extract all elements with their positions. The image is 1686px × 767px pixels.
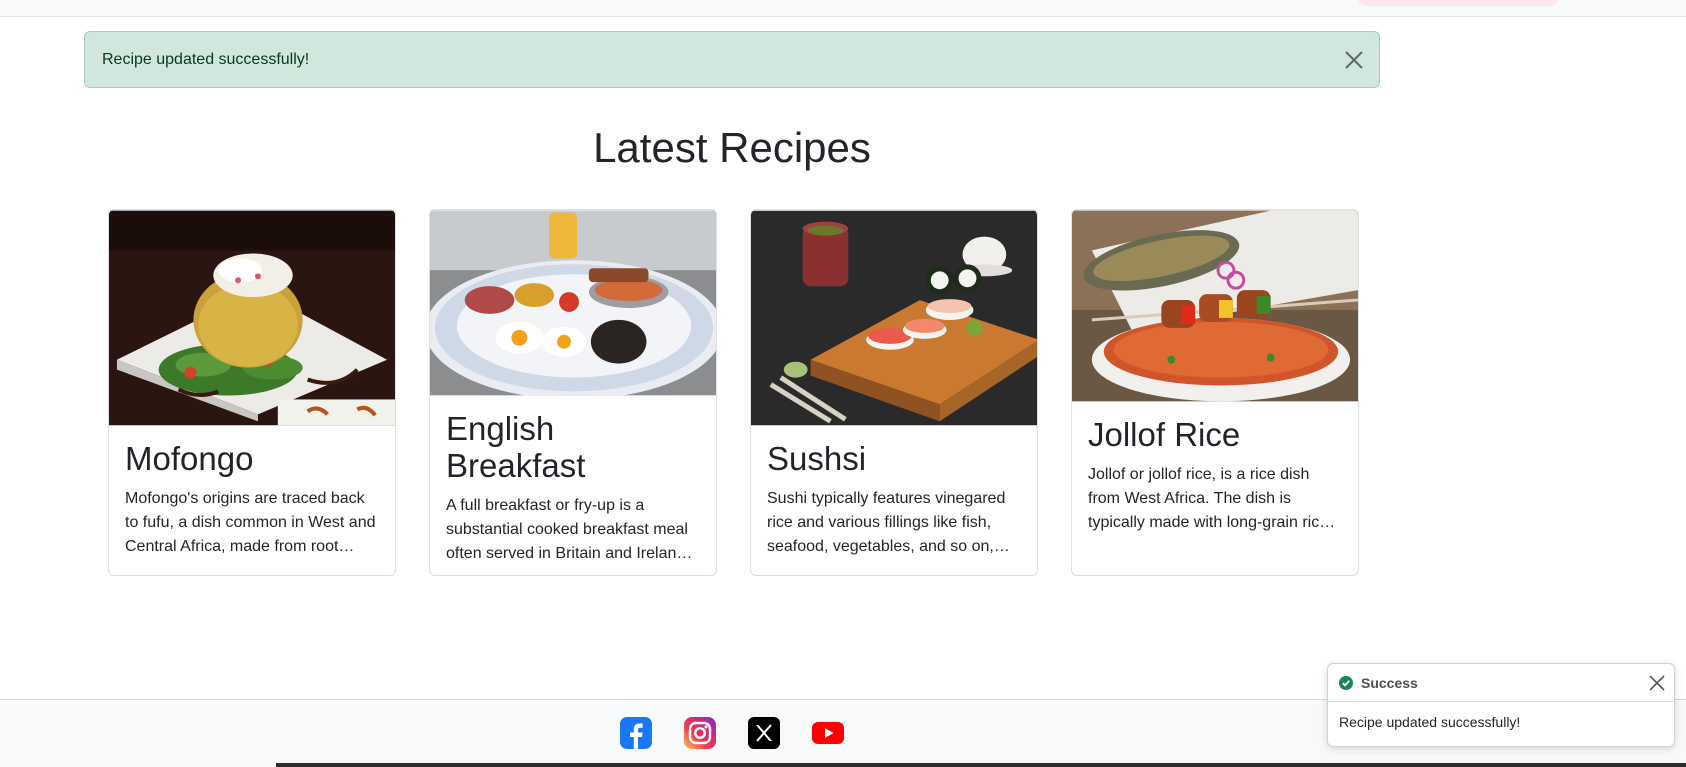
- check-circle-icon: [1339, 675, 1353, 690]
- top-navbar: [0, 0, 1686, 17]
- recipe-description: Jollof or jollof rice, is a rice dish fr…: [1088, 466, 1333, 531]
- instagram-icon[interactable]: [683, 716, 717, 750]
- alert-message: Recipe updated successfully!: [102, 50, 310, 68]
- recipe-card-list: Mofongo Mofongo's origins are traced bac…: [108, 209, 1359, 576]
- recipe-description: Sushi typically features vinegared rice …: [767, 490, 1006, 555]
- recipe-card-mofongo[interactable]: Mofongo Mofongo's origins are traced bac…: [108, 209, 396, 576]
- recipe-description: Mofongo's origins are traced back to fuf…: [125, 490, 376, 555]
- recipe-title: Jollof Rice: [1088, 416, 1241, 453]
- recipe-image-english-breakfast: [430, 210, 716, 396]
- success-toast: Success Recipe updated successfully!: [1327, 663, 1675, 747]
- recipe-image-jollof-rice: [1072, 210, 1358, 402]
- toast-message: Recipe updated successfully!: [1339, 714, 1521, 730]
- recipe-title: Mofongo: [125, 440, 254, 477]
- success-alert: Recipe updated successfully!: [84, 31, 1380, 88]
- recipe-image-sushsi: [751, 210, 1037, 426]
- page-title: Latest Recipes: [593, 124, 871, 171]
- footer-bottom-bar: [276, 763, 1686, 767]
- recipe-card-english-breakfast[interactable]: English Breakfast A full breakfast or fr…: [429, 209, 717, 576]
- toast-header: Success: [1328, 664, 1674, 702]
- recipe-card-sushsi[interactable]: Sushsi Sushi typically features vinegare…: [750, 209, 1038, 576]
- recipe-card-jollof-rice[interactable]: Jollof Rice Jollof or jollof rice, is a …: [1071, 209, 1359, 576]
- close-icon[interactable]: [1648, 674, 1666, 692]
- toast-title: Success: [1361, 674, 1418, 691]
- youtube-icon[interactable]: [811, 716, 845, 750]
- recipe-title: Sushsi: [767, 440, 867, 477]
- recipe-image-mofongo: [109, 210, 395, 426]
- x-icon[interactable]: [747, 716, 781, 750]
- facebook-icon[interactable]: [619, 716, 653, 750]
- close-icon[interactable]: [1343, 49, 1365, 71]
- recipe-description: A full breakfast or fry-up is a substant…: [446, 497, 690, 562]
- recipe-title: English Breakfast: [446, 410, 586, 484]
- navbar-button-edge[interactable]: [1358, 0, 1558, 6]
